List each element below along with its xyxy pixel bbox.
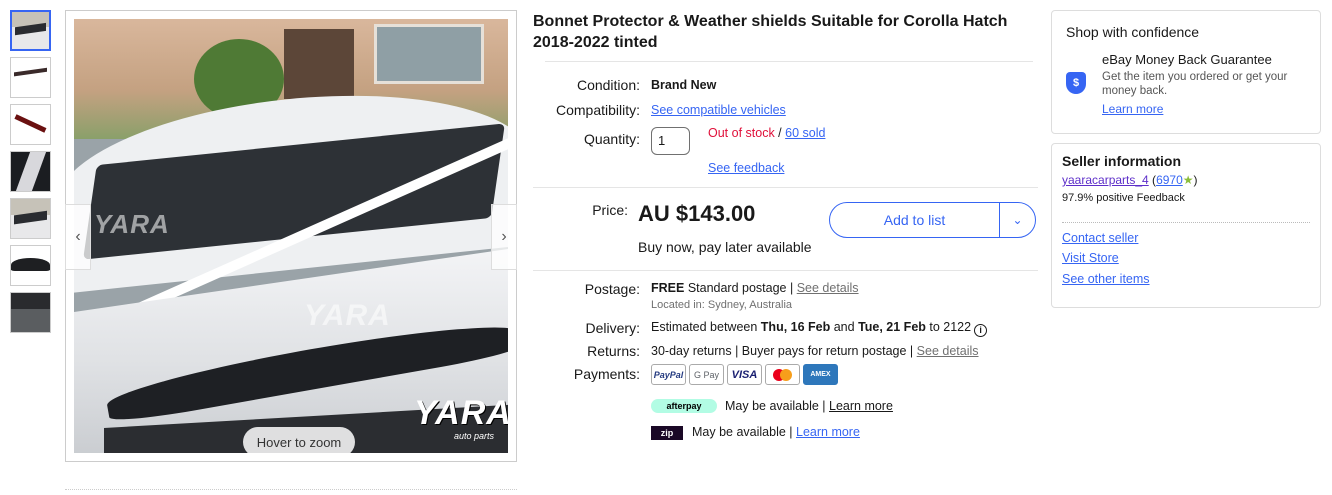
visa-icon: VISA [727,364,762,385]
delivery-from: Thu, 16 Feb [760,320,831,334]
product-photo[interactable]: YARA YARA YARA auto parts Hover to zoom [74,19,508,453]
hover-to-zoom: Hover to zoom [243,427,355,453]
chevron-down-icon: ⌄ [1012,213,1023,227]
thumbnail-strip [10,10,51,339]
add-to-list-dropdown[interactable]: ⌄ [999,202,1036,238]
watermark: YARA [304,299,391,332]
divider [65,489,517,490]
afterpay-text: May be available | [725,399,829,413]
quantity-label: Quantity: [583,131,640,147]
item-location: Located in: Sydney, Australia [651,299,793,311]
confidence-title: Shop with confidence [1066,24,1200,40]
prev-image-button[interactable]: ‹ [65,204,91,270]
compatible-vehicles-link[interactable]: See compatible vehicles [651,103,786,117]
postage-free: FREE [651,281,685,295]
chevron-left-icon: ‹ [75,228,81,245]
main-image-frame: YARA YARA YARA auto parts Hover to zoom … [65,10,517,462]
watermark-logo: YARA [414,394,508,432]
out-of-stock-text: Out of stock [708,126,775,140]
returns-value: 30-day returns | Buyer pays for return p… [651,344,979,358]
thumbnail-5[interactable] [10,198,51,239]
delivery-pre: Estimated between [651,320,761,334]
buy-now-pay-later: Buy now, pay later available [638,239,812,255]
seller-feedback: 97.9% positive Feedback [1062,192,1185,204]
next-image-button[interactable]: › [491,204,517,270]
paypal-icon: PayPal [651,364,686,385]
delivery-estimate: Estimated between Thu, 16 Feb and Tue, 2… [651,320,988,337]
seller-score-link[interactable]: 6970 [1156,173,1183,187]
thumbnail-1[interactable] [10,10,51,51]
compatibility-label: Compatibility: [555,102,640,118]
divider [533,270,1038,271]
thumbnail-7[interactable] [10,292,51,333]
delivery-post: to 2122 [925,320,972,334]
returns-label: Returns: [587,343,640,359]
money-back-learn-more-link[interactable]: Learn more [1102,102,1163,116]
info-icon[interactable]: i [974,323,988,337]
divider [1062,222,1310,223]
returns-see-details-link[interactable]: See details [917,344,979,358]
condition-label: Condition: [576,77,640,93]
add-to-list-button[interactable]: Add to list [829,202,1000,238]
thumbnail-6[interactable] [10,245,51,286]
watermark: YARA [94,209,170,239]
amex-icon: AMEX [803,364,838,385]
seller-name-link[interactable]: yaaracarparts_4 [1062,173,1149,187]
postage-value: FREE Standard postage | See details [651,281,859,295]
zip-text: May be available | [692,425,796,439]
payment-methods: PayPal G Pay VISA AMEX [651,364,838,385]
chevron-right-icon: › [501,228,507,245]
postage-type: Standard postage | [684,281,797,295]
payments-label: Payments: [573,366,640,382]
google-pay-icon: G Pay [689,364,724,385]
condition-value: Brand New [651,78,717,92]
delivery-label: Delivery: [585,320,640,336]
see-feedback-link[interactable]: See feedback [708,161,784,175]
watermark-sub: auto parts [454,431,495,441]
sold-count-link[interactable]: 60 sold [785,126,825,140]
zip-icon: zip [651,426,683,440]
divider [545,61,1033,62]
delivery-to: Tue, 21 Feb [858,320,926,334]
thumbnail-2[interactable] [10,57,51,98]
contact-seller-link[interactable]: Contact seller [1062,231,1138,245]
quantity-input[interactable]: 1 [651,127,690,155]
stock-separator: / [774,126,786,140]
postage-label: Postage: [584,281,640,297]
mastercard-icon [765,364,800,385]
price-label: Price: [592,202,628,218]
money-back-description: Get the item you ordered or get your mon… [1102,71,1288,97]
stock-status: Out of stock / 60 sold [708,126,825,140]
seller-info-title: Seller information [1062,153,1182,169]
thumbnail-4[interactable] [10,151,51,192]
see-other-items-link[interactable]: See other items [1062,272,1150,286]
zip-availability: May be available | Learn more [692,425,860,439]
seller-name-row: yaaracarparts_4 (6970★) [1062,173,1198,187]
afterpay-learn-more-link[interactable]: Learn more [829,399,893,413]
visit-store-link[interactable]: Visit Store [1062,251,1119,265]
returns-text: 30-day returns | Buyer pays for return p… [651,344,917,358]
delivery-and: and [830,320,859,334]
postage-see-details-link[interactable]: See details [797,281,859,295]
afterpay-icon: afterpay [651,399,717,413]
star-icon: ★ [1182,173,1194,187]
money-back-title: eBay Money Back Guarantee [1102,52,1272,67]
thumbnail-3[interactable] [10,104,51,145]
divider [533,187,1038,188]
afterpay-availability: May be available | Learn more [725,399,893,413]
listing-title: Bonnet Protector & Weather shields Suita… [533,13,1008,51]
price: AU $143.00 [638,201,756,226]
shield-dollar-icon: $ [1066,72,1086,94]
zip-learn-more-link[interactable]: Learn more [796,425,860,439]
